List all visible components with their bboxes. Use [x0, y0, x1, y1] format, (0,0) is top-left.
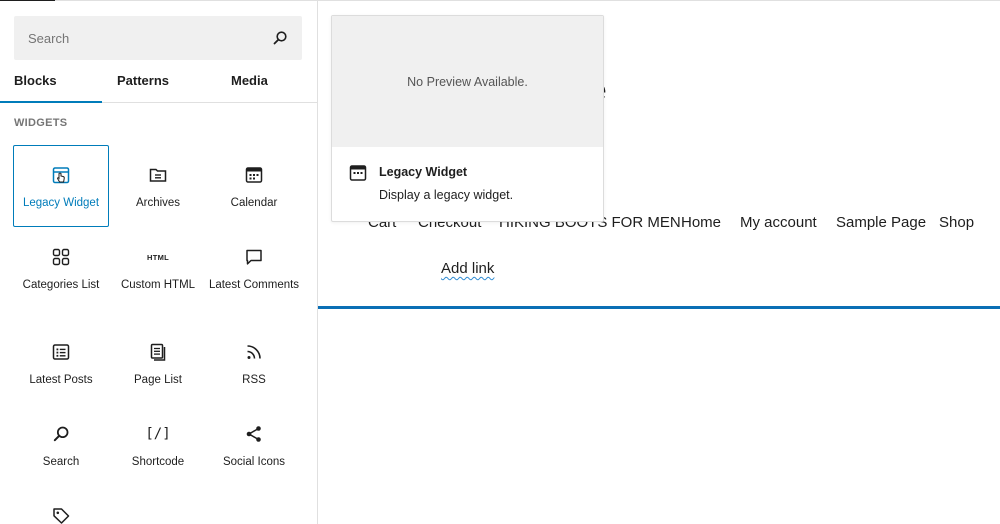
block-label: Legacy Widget	[22, 197, 100, 209]
rss-icon	[242, 340, 266, 364]
block-label: Social Icons	[222, 456, 285, 468]
post-list-icon	[49, 340, 73, 364]
nav-item-my-account[interactable]: My account	[740, 214, 817, 231]
separator-line	[318, 306, 1000, 309]
search-box	[14, 16, 302, 60]
block-label: Shortcode	[131, 456, 185, 468]
share-icon	[242, 422, 266, 446]
block-inserter-panel: Blocks Patterns Media WIDGETS Legacy Wid…	[0, 1, 318, 524]
archive-icon	[146, 163, 170, 187]
block-label: Archives	[135, 197, 181, 209]
preview-title: Legacy Widget	[379, 165, 468, 179]
preview-description: Display a legacy widget.	[379, 188, 514, 202]
block-label: Latest Comments	[208, 279, 300, 291]
tab-patterns[interactable]: Patterns	[117, 61, 169, 103]
block-label: Search	[42, 456, 80, 468]
block-tag-cloud[interactable]	[13, 486, 109, 524]
shortcode-icon: [/]	[145, 422, 171, 446]
block-social-icons[interactable]: Social Icons	[206, 404, 302, 486]
block-label: Page List	[134, 374, 182, 386]
block-page-list[interactable]: Page List	[110, 322, 206, 404]
nav-item-shop[interactable]: Shop	[939, 214, 974, 231]
search-icon[interactable]	[270, 28, 290, 48]
search-input[interactable]	[14, 16, 254, 60]
search-icon	[49, 422, 73, 446]
calendar-icon	[242, 163, 266, 187]
comment-icon	[242, 245, 266, 269]
pages-icon	[146, 340, 170, 364]
block-label: Custom HTML	[120, 279, 196, 291]
add-link-button[interactable]: Add link	[441, 260, 494, 277]
block-archives[interactable]: Archives	[110, 145, 206, 227]
categories-icon	[49, 245, 73, 269]
block-search[interactable]: Search	[13, 404, 109, 486]
tab-media[interactable]: Media	[231, 61, 268, 103]
block-legacy-widget[interactable]: Legacy Widget	[13, 145, 109, 227]
nav-item-sample-page[interactable]: Sample Page	[836, 214, 926, 231]
tag-icon	[49, 504, 73, 524]
html-icon: HTML	[146, 245, 170, 269]
calendar-icon	[348, 163, 368, 183]
block-latest-comments[interactable]: Latest Comments	[206, 227, 302, 322]
block-label: Latest Posts	[29, 374, 93, 386]
html-glyph: HTML	[146, 252, 170, 262]
block-custom-html[interactable]: HTML Custom HTML	[110, 227, 206, 322]
calendar-icon	[49, 163, 73, 187]
block-label: Categories List	[22, 279, 100, 291]
section-title: WIDGETS	[14, 117, 68, 129]
block-categories-list[interactable]: Categories List	[13, 227, 109, 322]
block-shortcode[interactable]: [/] Shortcode	[110, 404, 206, 486]
preview-placeholder: No Preview Available.	[332, 16, 603, 147]
shortcode-glyph: [/]	[145, 426, 171, 442]
tab-blocks[interactable]: Blocks	[0, 61, 102, 103]
inserter-tabs: Blocks Patterns Media	[0, 61, 317, 103]
block-latest-posts[interactable]: Latest Posts	[13, 322, 109, 404]
nav-item-home[interactable]: Home	[681, 214, 721, 231]
block-label: RSS	[242, 374, 266, 386]
block-calendar[interactable]: Calendar	[206, 145, 302, 227]
block-preview-popover: No Preview Available. Legacy Widget Disp…	[331, 15, 604, 222]
block-rss[interactable]: RSS	[206, 322, 302, 404]
block-label: Calendar	[230, 197, 278, 209]
